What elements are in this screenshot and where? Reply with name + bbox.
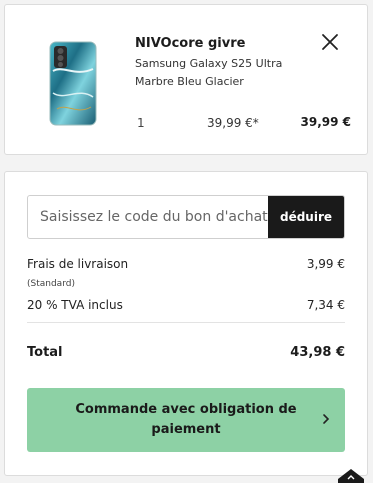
redeem-voucher-button[interactable]: déduire xyxy=(268,196,344,238)
summary-divider xyxy=(27,322,345,323)
voucher-code-input[interactable] xyxy=(28,196,268,238)
voucher-form: déduire xyxy=(27,195,345,239)
line-total: 39,99 € xyxy=(300,115,351,129)
vat-label: 20 % TVA inclus xyxy=(27,298,123,312)
product-variant: Marbre Bleu Glacier xyxy=(135,75,244,88)
product-model: Samsung Galaxy S25 Ultra xyxy=(135,57,283,70)
cart-item-card: NIVOcore givre Samsung Galaxy S25 Ultra … xyxy=(4,4,368,155)
chevron-right-icon xyxy=(323,414,330,424)
quantity: 1 xyxy=(137,116,145,130)
vat-value: 7,34 € xyxy=(306,298,345,312)
order-summary-card: déduire Frais de livraison 3,99 € (Stand… xyxy=(4,171,368,476)
total-label: Total xyxy=(27,345,63,360)
unit-price: 39,99 €* xyxy=(207,116,259,130)
shipping-method: (Standard) xyxy=(27,279,75,289)
product-name[interactable]: NIVOcore givre xyxy=(135,36,245,51)
place-order-label: Commande avec obligation de paiement xyxy=(75,402,297,437)
shipping-value: 3,99 € xyxy=(306,257,345,271)
shipping-label: Frais de livraison xyxy=(27,257,129,271)
close-icon[interactable] xyxy=(319,31,341,53)
total-value: 43,98 € xyxy=(290,345,345,360)
phone-case-image xyxy=(49,41,97,126)
place-order-button[interactable]: Commande avec obligation de paiement xyxy=(27,388,345,452)
